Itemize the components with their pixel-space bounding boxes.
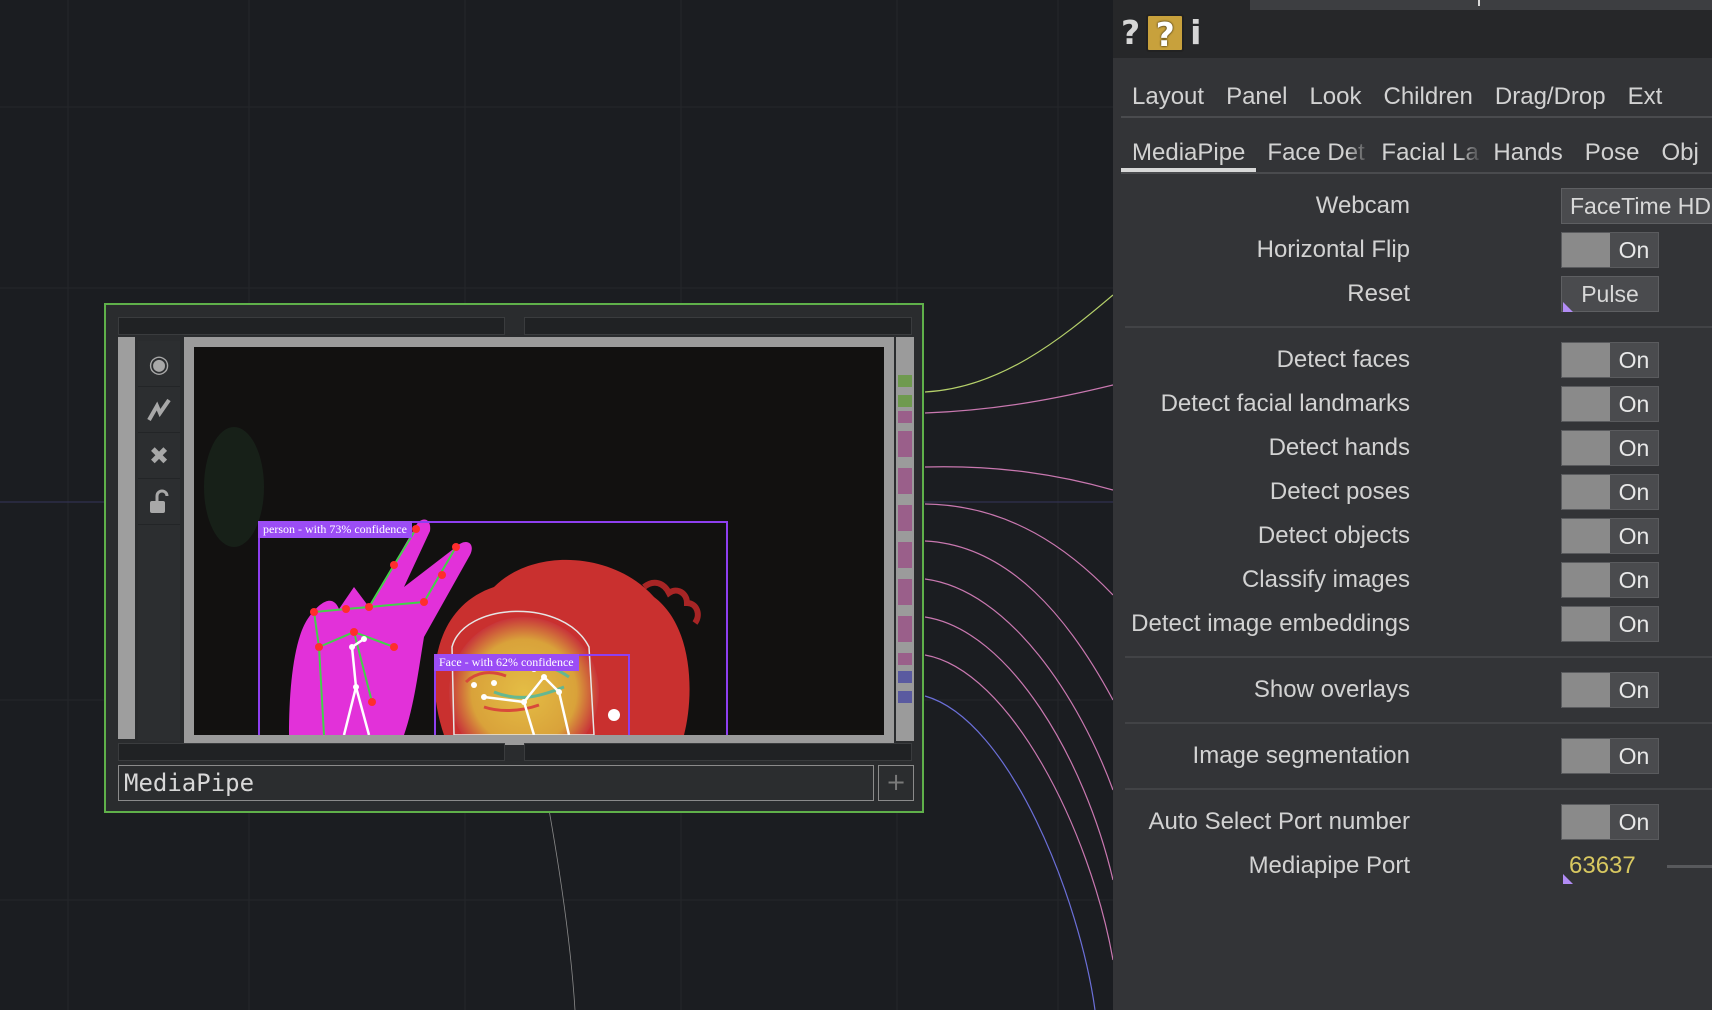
node-name-field[interactable]: MediaPipe xyxy=(118,765,874,801)
param-classify-images: Classify images On xyxy=(1113,560,1712,600)
param-label: Image segmentation xyxy=(1192,742,1410,769)
network-canvas[interactable]: ◉ ✖ person - with 73% confidence Face - … xyxy=(0,0,1113,1010)
param-detect-image-embeddings: Detect image embeddings On xyxy=(1113,604,1712,644)
tab-pose[interactable]: Pose xyxy=(1574,134,1651,172)
node-toolbar: ◉ ✖ xyxy=(138,341,180,741)
node-input-bar[interactable] xyxy=(118,337,135,739)
detect-image-embeddings-toggle[interactable]: On xyxy=(1561,606,1659,642)
bypass-icon[interactable]: ✖ xyxy=(138,433,180,479)
node-top-strip xyxy=(118,317,505,335)
output-port[interactable] xyxy=(898,671,912,683)
node-bottom-strip xyxy=(524,743,912,761)
output-port[interactable] xyxy=(898,542,912,568)
classify-images-toggle[interactable]: On xyxy=(1561,562,1659,598)
param-label: Detect image embeddings xyxy=(1131,610,1410,637)
python-help-icon[interactable]: ? xyxy=(1146,14,1185,54)
tab-face-detector[interactable]: Face Det xyxy=(1256,134,1370,172)
mediapipe-port-field[interactable]: 63637 xyxy=(1569,846,1636,886)
output-port[interactable] xyxy=(898,691,912,703)
tab-objects[interactable]: Obj xyxy=(1650,134,1709,172)
separator xyxy=(1125,656,1712,658)
param-label: Classify images xyxy=(1241,566,1410,593)
param-label: Auto Select Port number xyxy=(1148,808,1410,835)
param-auto-select-port: Auto Select Port number On xyxy=(1113,802,1712,842)
tab-hands[interactable]: Hands xyxy=(1482,134,1573,172)
param-label: Mediapipe Port xyxy=(1248,852,1410,879)
separator xyxy=(1125,326,1712,328)
graph-icon[interactable] xyxy=(138,387,180,433)
reset-pulse-button[interactable]: Pulse xyxy=(1561,276,1659,312)
output-port[interactable] xyxy=(898,375,912,387)
info-icon[interactable]: i xyxy=(1190,14,1201,52)
param-detect-facial-landmarks: Detect facial landmarks On xyxy=(1113,384,1712,424)
param-image-segmentation: Image segmentation On xyxy=(1113,736,1712,776)
output-port[interactable] xyxy=(898,579,912,605)
person-label: person - with 73% confidence xyxy=(258,521,412,538)
lock-icon[interactable] xyxy=(138,479,180,525)
output-port[interactable] xyxy=(898,431,912,457)
separator xyxy=(1125,722,1712,724)
param-detect-objects: Detect objects On xyxy=(1113,516,1712,556)
tab-facial-landmarks[interactable]: Facial La xyxy=(1370,134,1482,172)
param-label: Horizontal Flip xyxy=(1256,236,1410,263)
param-label: Detect faces xyxy=(1276,346,1410,373)
viewer-icon[interactable]: ◉ xyxy=(138,341,180,387)
output-port[interactable] xyxy=(898,395,912,407)
param-reset: Reset Pulse xyxy=(1113,274,1712,314)
param-label: Webcam xyxy=(1315,192,1410,219)
help-icon[interactable]: ? xyxy=(1121,14,1140,52)
node-viewer[interactable]: person - with 73% confidence Face - with… xyxy=(194,347,884,735)
detect-faces-toggle[interactable]: On xyxy=(1561,342,1659,378)
param-webcam: Webcam FaceTime HD xyxy=(1113,186,1712,226)
output-port[interactable] xyxy=(898,653,912,665)
tab-ext[interactable]: Ext xyxy=(1617,78,1674,116)
param-corner-marker xyxy=(1563,302,1573,312)
separator xyxy=(1125,788,1712,790)
param-label: Detect facial landmarks xyxy=(1160,390,1410,417)
add-icon[interactable]: + xyxy=(878,765,914,801)
page-tabs-row-2: MediaPipe Face Det Facial La Hands Pose … xyxy=(1121,134,1712,174)
image-segmentation-toggle[interactable]: On xyxy=(1561,738,1659,774)
param-detect-hands: Detect hands On xyxy=(1113,428,1712,468)
tab-children[interactable]: Children xyxy=(1373,78,1484,116)
operator-path-field[interactable] xyxy=(1250,0,1712,10)
detect-hands-toggle[interactable]: On xyxy=(1561,430,1659,466)
param-detect-poses: Detect poses On xyxy=(1113,472,1712,512)
node-top-strip xyxy=(524,317,912,335)
parameter-panel: ? ? i Layout Panel Look Children Drag/Dr… xyxy=(1113,0,1712,1010)
mediapipe-port-slider[interactable] xyxy=(1667,865,1712,868)
output-port[interactable] xyxy=(898,616,912,642)
detect-facial-landmarks-toggle[interactable]: On xyxy=(1561,386,1659,422)
param-label: Detect poses xyxy=(1269,478,1410,505)
tab-mediapipe[interactable]: MediaPipe xyxy=(1121,134,1257,172)
output-port[interactable] xyxy=(898,411,912,423)
param-label: Reset xyxy=(1347,280,1410,307)
face-label: Face - with 62% confidence xyxy=(434,654,579,671)
param-horizontal-flip: Horizontal Flip On xyxy=(1113,230,1712,270)
param-label: Show overlays xyxy=(1253,676,1410,703)
param-label: Detect hands xyxy=(1268,434,1410,461)
tab-panel[interactable]: Panel xyxy=(1215,78,1298,116)
mediapipe-node[interactable]: ◉ ✖ person - with 73% confidence Face - … xyxy=(104,303,924,813)
param-show-overlays: Show overlays On xyxy=(1113,670,1712,710)
tab-layout[interactable]: Layout xyxy=(1121,78,1215,116)
tab-drag-drop[interactable]: Drag/Drop xyxy=(1484,78,1617,116)
show-overlays-toggle[interactable]: On xyxy=(1561,672,1659,708)
detect-poses-toggle[interactable]: On xyxy=(1561,474,1659,510)
auto-select-port-toggle[interactable]: On xyxy=(1561,804,1659,840)
tab-look[interactable]: Look xyxy=(1298,78,1372,116)
horizontal-flip-toggle[interactable]: On xyxy=(1561,232,1659,268)
output-port[interactable] xyxy=(898,468,912,494)
panel-header: ? ? i xyxy=(1113,0,1712,58)
page-tabs-row-1: Layout Panel Look Children Drag/Drop Ext xyxy=(1121,78,1712,118)
param-mediapipe-port: Mediapipe Port 63637 xyxy=(1113,846,1712,886)
output-port[interactable] xyxy=(898,505,912,531)
param-detect-faces: Detect faces On xyxy=(1113,340,1712,380)
param-corner-marker xyxy=(1563,874,1573,884)
detect-objects-toggle[interactable]: On xyxy=(1561,518,1659,554)
webcam-dropdown[interactable]: FaceTime HD xyxy=(1561,188,1712,224)
param-label: Detect objects xyxy=(1257,522,1410,549)
node-bottom-strip xyxy=(118,743,505,761)
